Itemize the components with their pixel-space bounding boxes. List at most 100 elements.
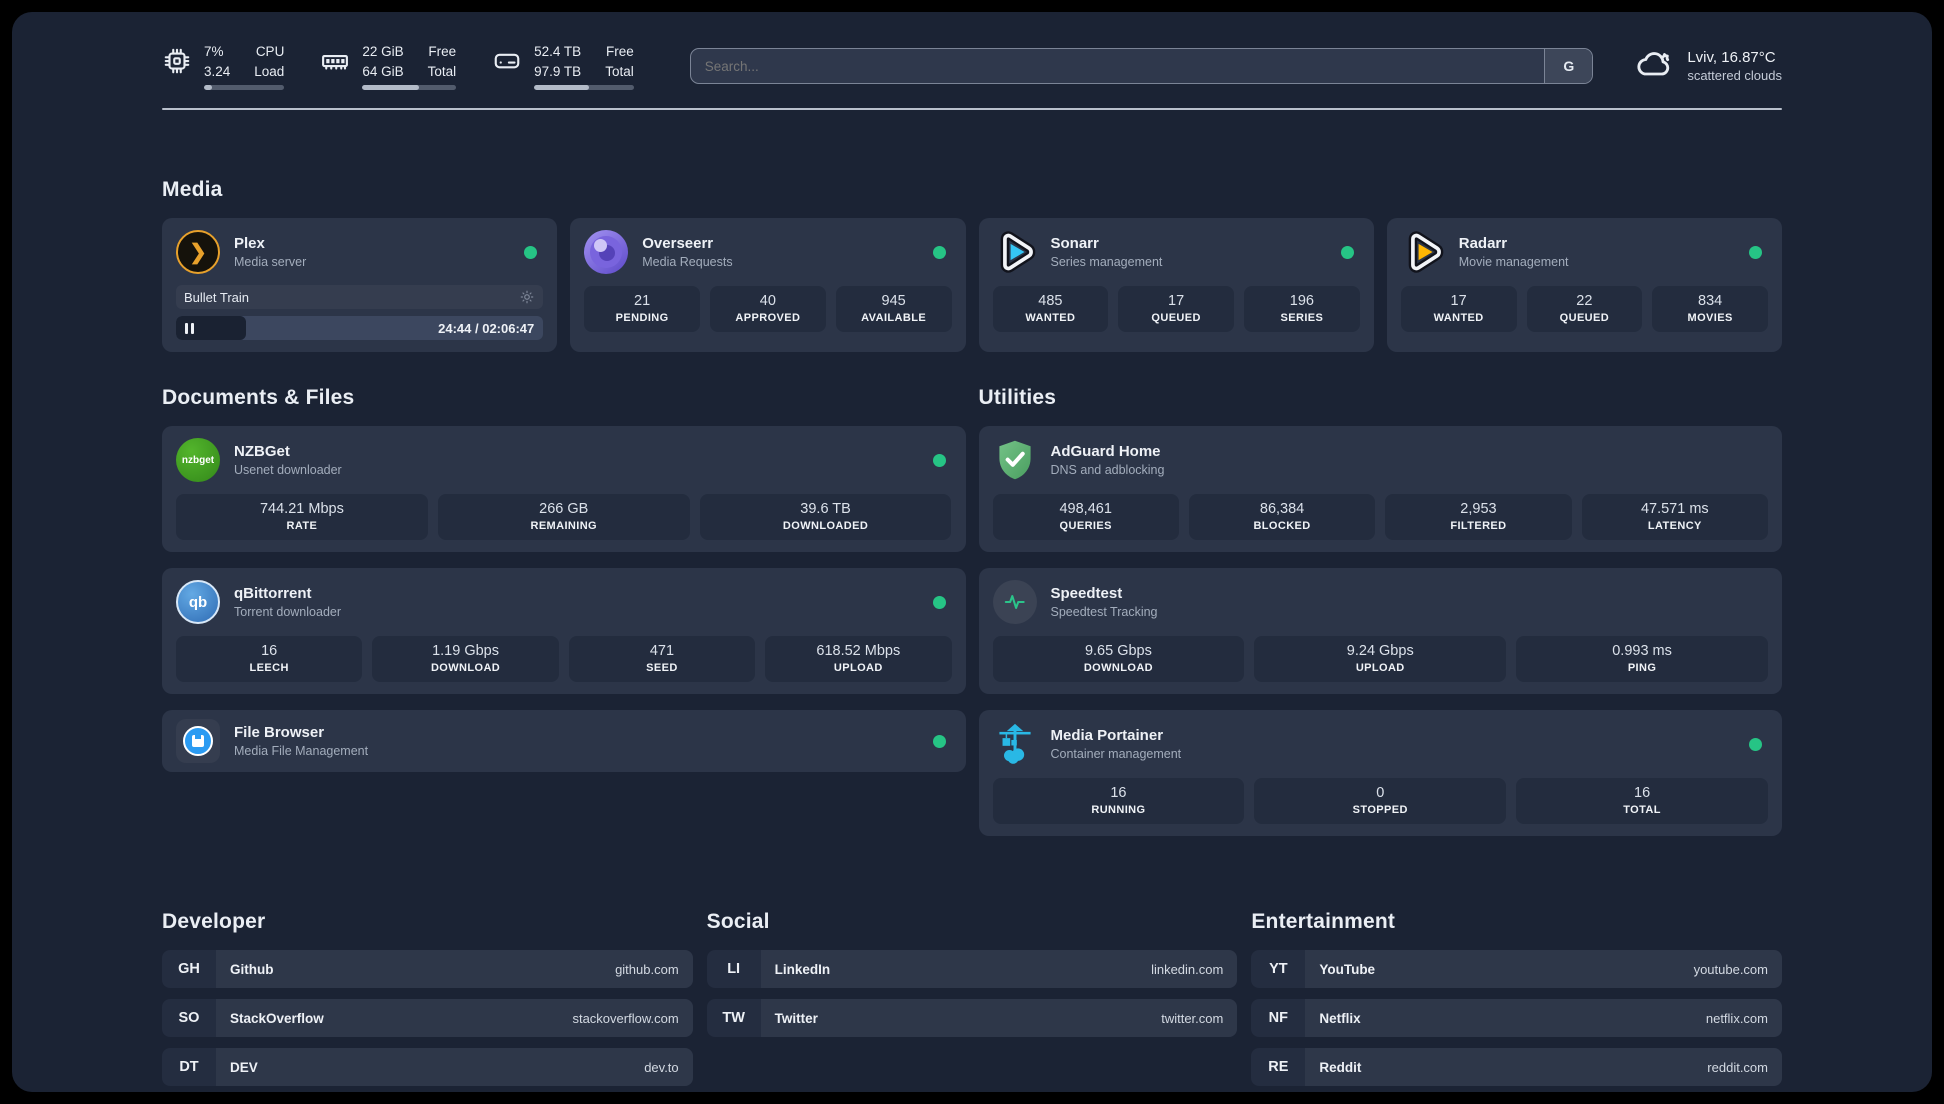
stat-approved: 40 APPROVED [710,286,826,333]
status-dot-online [932,734,946,748]
app-subtitle: Torrent downloader [234,605,342,620]
bookmark-group-social: Social LI LinkedIn linkedin.com TW Twitte… [706,910,1238,1092]
cpu-icon [162,46,192,76]
radarr-icon [1401,230,1445,274]
status-dot-online [1340,245,1354,259]
sonarr-icon [993,230,1037,274]
app-title: qBittorrent [234,585,312,603]
settings-icon[interactable] [519,289,535,305]
bookmark-github[interactable]: GH Github github.com [162,950,693,989]
app-card-filebrowser[interactable]: File Browser Media File Management [162,710,966,773]
stat-wanted: 17 WANTED [1400,286,1517,333]
bookmark-youtube[interactable]: YT YouTube youtube.com [1251,950,1782,989]
bookmark-abbr: TW [706,999,761,1038]
stat-queued: 22 QUEUED [1526,286,1643,333]
stat-download: 9.65 Gbps DOWNLOAD [992,636,1245,683]
section-title-entertainment: Entertainment [1251,910,1396,934]
bookmark-url: dev.to [644,1059,679,1075]
stat-series: 196 SERIES [1244,286,1360,333]
section-title-media: Media [162,178,223,202]
ram-free: 22 GiB [362,44,404,59]
bookmark-name: Twitter [774,1010,818,1026]
bookmark-abbr: NF [1251,999,1306,1038]
status-dot-online [932,453,946,467]
bookmark-name: Github [230,961,274,977]
bookmark-url: youtube.com [1693,961,1768,977]
bookmark-netflix[interactable]: NF Netflix netflix.com [1251,999,1782,1038]
stat-queries: 498,461 QUERIES [992,494,1179,541]
bookmark-abbr: GH [162,950,216,989]
bookmark-url: netflix.com [1705,1010,1768,1026]
weather-location: Lviv, 16.87°C [1687,49,1776,67]
section-title-utilities: Utilities [978,386,1057,410]
stat-filtered: 2,953 FILTERED [1385,494,1572,541]
stat-latency: 47.571 ms LATENCY [1581,494,1768,541]
bookmark-linkedin[interactable]: LI LinkedIn linkedin.com [706,950,1238,989]
bookmark-stackoverflow[interactable]: SO StackOverflow stackoverflow.com [162,999,693,1038]
cpu-loadavg: 3.24 [204,63,231,79]
qbittorrent-icon: qb [176,580,220,625]
bookmark-reddit[interactable]: RE Reddit reddit.com [1251,1048,1782,1087]
bookmark-dev[interactable]: DT DEV dev.to [162,1048,693,1087]
disk-progressbar [534,85,634,91]
app-title: Radarr [1458,235,1508,253]
stat-rate: 744.21 Mbps RATE [176,494,428,541]
app-card-sonarr[interactable]: Sonarr Series management 485 WANTED 17 QUE… [978,218,1374,353]
utilities-column: Utilities AdGuard Home DNS and adblockin… [978,386,1782,852]
ram-progressbar [362,85,457,91]
app-card-nzbget[interactable]: nzbget NZBGet Usenet downloader 744.21 M… [162,426,966,553]
pause-icon[interactable] [185,322,194,334]
search-bar: G [689,48,1594,85]
bookmark-abbr: SO [162,999,216,1038]
weather-condition: scattered clouds [1687,68,1782,84]
stat-remaining: 266 GB REMAINING [437,494,690,541]
app-title: Sonarr [1050,235,1099,253]
documents-column: Documents & Files nzbget NZBGet Usenet d… [162,386,966,852]
stat-wanted: 485 WANTED [992,286,1109,333]
bookmark-url: stackoverflow.com [572,1010,679,1026]
stat-upload: 9.24 Gbps UPLOAD [1254,636,1507,683]
app-title: NZBGet [234,443,290,461]
app-card-plex[interactable]: ❯ Plex Media server Bullet Train 24:44 /… [162,218,558,353]
app-card-qbittorrent[interactable]: qb qBittorrent Torrent downloader 16 LEEC… [162,568,966,695]
app-card-portainer[interactable]: Media Portainer Container management 16 R… [978,710,1782,837]
app-card-adguard[interactable]: AdGuard Home DNS and adblocking 498,461 Q… [978,426,1782,553]
bookmark-name: LinkedIn [774,961,831,977]
stat-available: 945 AVAILABLE [835,286,952,333]
cpu-progressbar [204,85,285,91]
cpu-percent: 7% [204,44,224,59]
disk-icon [492,46,522,76]
bookmark-name: YouTube [1319,961,1376,977]
search-engine-button[interactable]: G [1544,49,1593,84]
ram-label-2: Total [427,63,457,79]
stat-pending: 21 PENDING [584,286,700,333]
stat-download: 1.19 Gbps DOWNLOAD [372,636,559,683]
disk-total: 97.9 TB [534,63,582,79]
stat-total: 16 TOTAL [1516,778,1768,825]
status-dot-online [932,595,946,609]
disk-label-2: Total [605,63,634,79]
ram-total: 64 GiB [362,63,404,79]
plex-player-bar[interactable]: 24:44 / 02:06:47 [176,316,544,341]
app-title: File Browser [234,724,325,742]
ram-icon [320,46,350,76]
app-card-radarr[interactable]: Radarr Movie management 17 WANTED 22 QUEUE… [1386,218,1782,353]
app-card-overseerr[interactable]: Overseerr Media Requests 21 PENDING 40 APP… [570,218,966,353]
status-dot-online [524,245,538,259]
app-subtitle: Media Requests [642,255,733,270]
app-subtitle: Media server [234,255,307,270]
stat-blocked: 86,384 BLOCKED [1188,494,1376,541]
bookmark-name: StackOverflow [230,1010,324,1026]
app-subtitle: Series management [1050,255,1163,270]
app-card-speedtest[interactable]: Speedtest Speedtest Tracking 9.65 Gbps DO… [978,568,1782,695]
bookmark-group-entertainment: Entertainment YT YouTube youtube.com NF N… [1251,910,1782,1092]
bookmark-url: linkedin.com [1151,961,1224,977]
search-input[interactable] [690,58,1545,74]
bookmark-twitter[interactable]: TW Twitter twitter.com [706,999,1238,1038]
ram-label-1: Free [428,44,457,59]
stat-upload: 618.52 Mbps UPLOAD [765,636,952,683]
app-subtitle: DNS and adblocking [1050,463,1165,478]
dashboard: 7% 3.24 CPU Load 22 GiB 64 GiB Free Tota… [12,12,1932,1092]
stat-running: 16 RUNNING [992,778,1245,825]
status-dot-online [932,245,946,259]
